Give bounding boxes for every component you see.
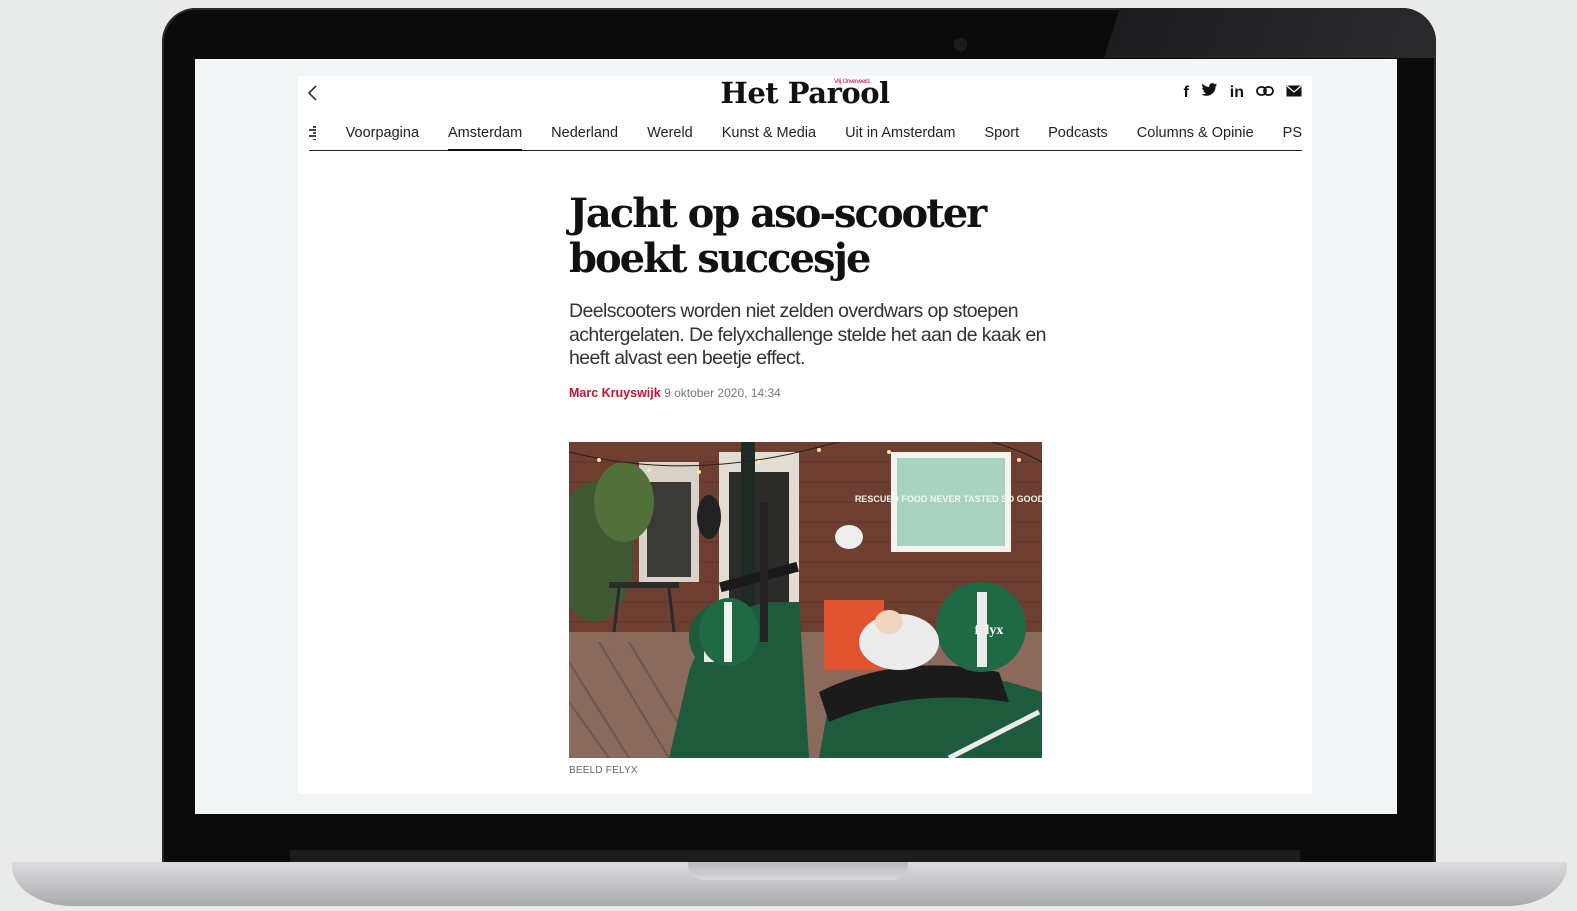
article-intro: Deelscooters worden niet zelden overdwar… xyxy=(569,300,1046,369)
site-logo-tagline: Vrij. Onverveerd. xyxy=(834,79,871,85)
link-icon[interactable] xyxy=(1256,84,1274,102)
camera-icon xyxy=(955,39,966,50)
linkedin-icon[interactable]: in xyxy=(1230,84,1244,102)
site-logo[interactable]: Het Parool Vrij. Onverveerd. xyxy=(298,76,1312,110)
nav-item-podcasts[interactable]: Podcasts xyxy=(1048,116,1108,150)
photo-caption: BEELD FELYX xyxy=(569,765,638,776)
twitter-icon[interactable] xyxy=(1201,83,1218,102)
section-nav: Voorpagina Amsterdam Nederland Wereld Ku… xyxy=(309,116,1302,151)
laptop-notch xyxy=(688,862,908,880)
nav-item-sport[interactable]: Sport xyxy=(984,116,1019,150)
article-photo[interactable]: RESCUED FOOD NEVER TASTED SO GOOD! felyx xyxy=(569,442,1042,758)
nav-item-nederland[interactable]: Nederland xyxy=(551,116,618,150)
nav-item-uit-in-amsterdam[interactable]: Uit in Amsterdam xyxy=(845,116,955,150)
publish-date: 9 oktober 2020, 14:34 xyxy=(664,386,781,400)
article-byline: Marc Kruyswijk 9 oktober 2020, 14:34 xyxy=(569,386,781,400)
article-page: Het Parool Vrij. Onverveerd. f in Voorpa… xyxy=(298,76,1312,794)
nav-item-wereld[interactable]: Wereld xyxy=(647,116,693,150)
author-link[interactable]: Marc Kruyswijk xyxy=(569,386,661,400)
nav-item-columns-opinie[interactable]: Columns & Opinie xyxy=(1137,116,1254,150)
mail-icon[interactable] xyxy=(1286,84,1302,102)
nav-item-amsterdam[interactable]: Amsterdam xyxy=(448,116,523,151)
nav-item-voorpagina[interactable]: Voorpagina xyxy=(346,116,419,150)
scooter-photo-illustration: RESCUED FOOD NEVER TASTED SO GOOD! felyx xyxy=(569,442,1042,758)
nav-item-ps[interactable]: PS xyxy=(1283,116,1302,150)
laptop-screen: Het Parool Vrij. Onverveerd. f in Voorpa… xyxy=(195,59,1397,814)
lid-glare xyxy=(1103,8,1436,58)
social-share-bar: f in xyxy=(1183,83,1302,102)
nav-item-kunst-media[interactable]: Kunst & Media xyxy=(722,116,816,150)
sign-text: RESCUED FOOD NEVER TASTED SO GOOD! xyxy=(855,494,1042,504)
menu-list-icon[interactable] xyxy=(309,126,316,140)
article-headline: Jacht op aso-scooter boekt succesje xyxy=(569,190,987,282)
facebook-icon[interactable]: f xyxy=(1183,84,1188,102)
